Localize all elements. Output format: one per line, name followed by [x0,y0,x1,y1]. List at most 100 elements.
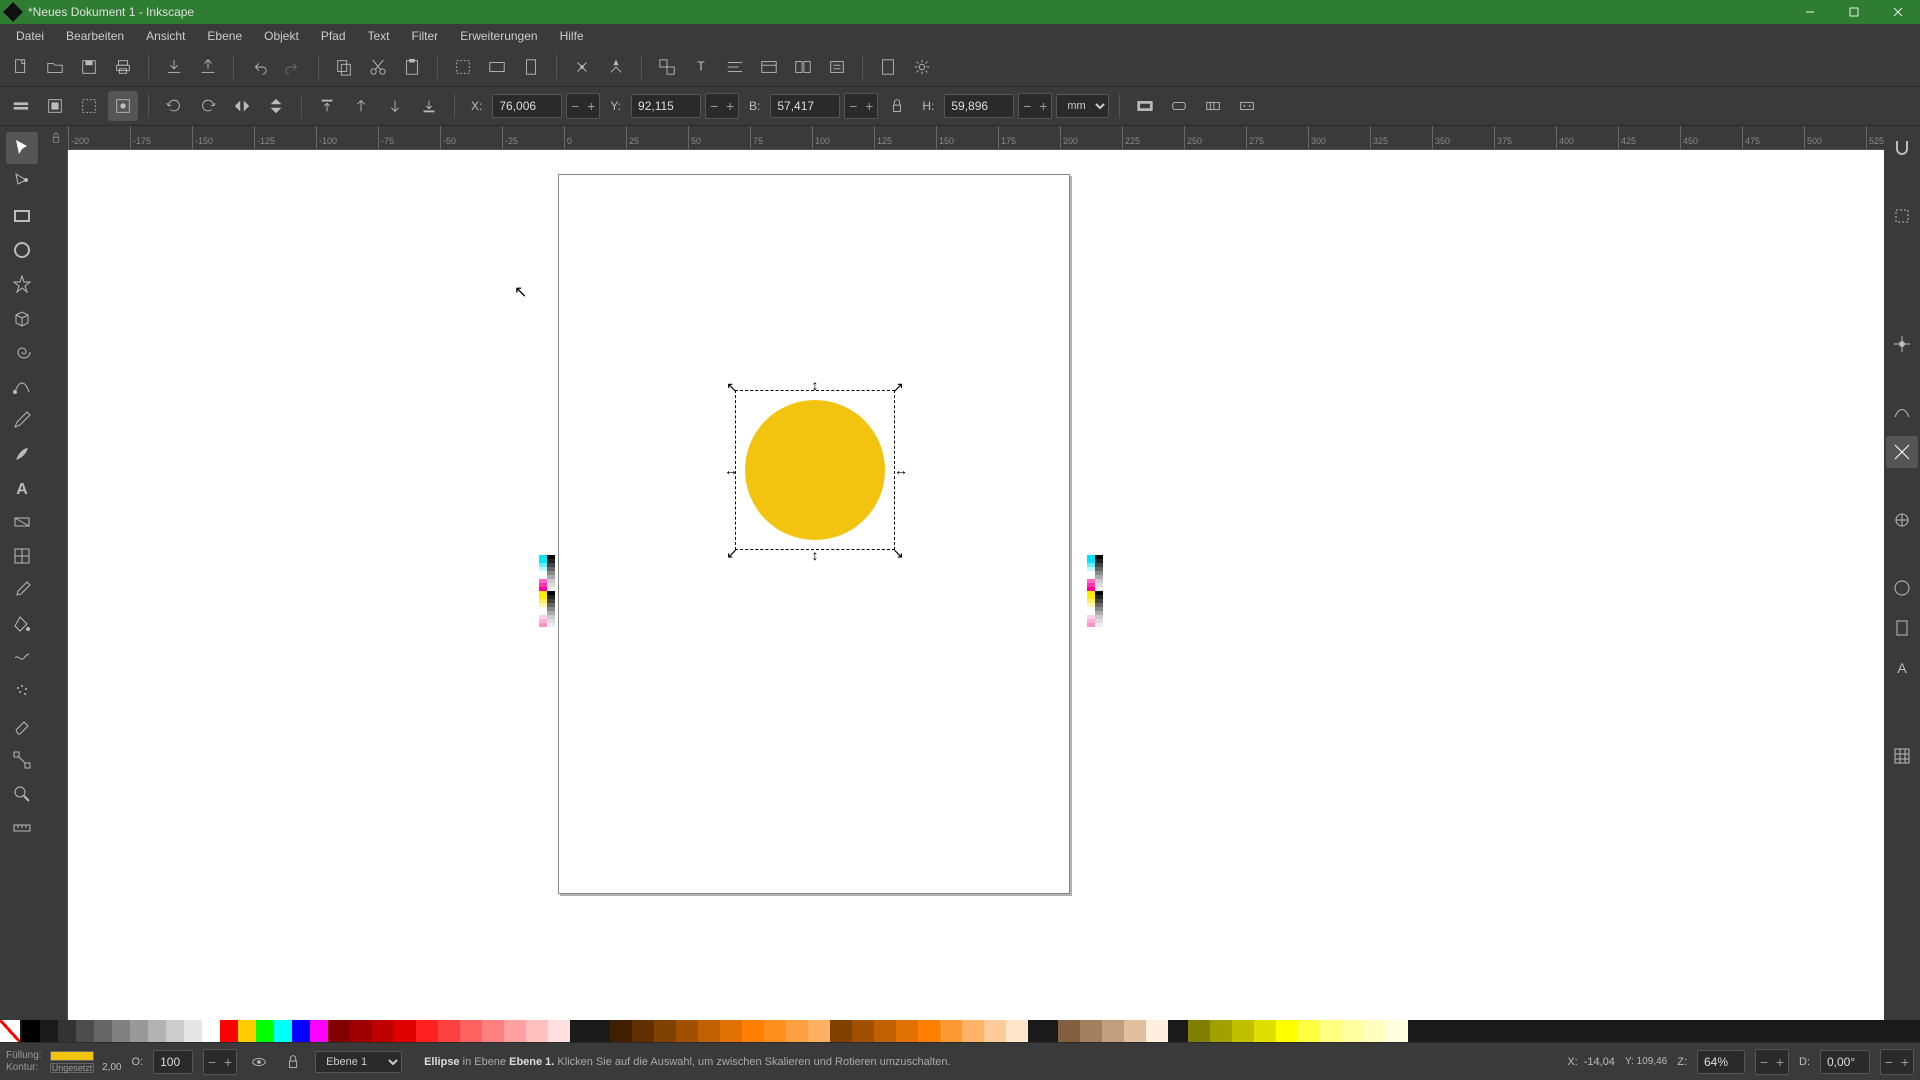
menu-erweiterungen[interactable]: Erweiterungen [450,26,547,46]
handle-tl[interactable]: ↖ [726,381,738,393]
swatch[interactable] [548,1020,570,1042]
raise-top-icon[interactable] [312,91,342,121]
clone-icon[interactable] [567,52,597,82]
fill-stroke-indicator[interactable]: Füllung: Kontur:Ungesetzt2,00 [6,1050,121,1073]
swatch[interactable] [676,1020,698,1042]
swatch[interactable] [786,1020,808,1042]
swatch[interactable] [1058,1020,1080,1042]
export-icon[interactable] [193,52,223,82]
zoom-drawing-icon[interactable] [482,52,512,82]
menu-pfad[interactable]: Pfad [311,26,356,46]
unit-select[interactable]: mm [1056,94,1109,118]
zoom-dec[interactable]: − [1756,1050,1772,1074]
layer-lock-icon[interactable] [281,1050,305,1074]
handle-t[interactable]: ↕ [809,379,821,391]
menu-bearbeiten[interactable]: Bearbeiten [56,26,134,46]
swatch[interactable] [504,1020,526,1042]
spray-tool-icon[interactable] [6,676,38,708]
swatch[interactable] [1006,1020,1028,1042]
handle-r[interactable]: ↔ [894,464,906,476]
ellipse-tool-icon[interactable] [6,234,38,266]
snap-nodes-icon[interactable] [1886,328,1918,360]
new-doc-icon[interactable] [6,52,36,82]
minimize-button[interactable] [1788,0,1832,24]
swatch[interactable] [310,1020,328,1042]
menu-filter[interactable]: Filter [402,26,449,46]
swatch[interactable] [610,1020,632,1042]
swatch[interactable] [76,1020,94,1042]
swatch[interactable] [698,1020,720,1042]
print-icon[interactable] [108,52,138,82]
measure-tool-icon[interactable] [6,812,38,844]
swatch[interactable] [130,1020,148,1042]
selectors-icon[interactable] [788,52,818,82]
deselect-icon[interactable] [74,91,104,121]
lock-ratio-icon[interactable] [882,91,912,121]
menu-datei[interactable]: Datei [6,26,54,46]
menu-text[interactable]: Text [358,26,400,46]
w-inc[interactable]: + [861,94,877,118]
menu-objekt[interactable]: Objekt [254,26,309,46]
y-input[interactable] [631,94,701,118]
settings-gear-icon[interactable] [907,52,937,82]
swatch[interactable] [1146,1020,1168,1042]
swatch[interactable] [896,1020,918,1042]
swatch[interactable] [1254,1020,1276,1042]
swatch[interactable] [1102,1020,1124,1042]
raise-icon[interactable] [346,91,376,121]
ruler-horizontal[interactable]: -200-175-150-125-100-75-50-2502550751001… [68,126,1884,150]
color-palette[interactable] [0,1020,1920,1042]
mesh-tool-icon[interactable] [6,540,38,572]
snap-page-icon[interactable] [1886,612,1918,644]
handle-tr[interactable]: ↗ [892,381,904,393]
opacity-input[interactable] [153,1050,193,1074]
text-tool-icon[interactable]: A [6,472,38,504]
zoom-input[interactable] [1697,1050,1745,1074]
swatch[interactable] [720,1020,742,1042]
layer-select[interactable]: Ebene 1 [315,1051,402,1073]
rotation-input[interactable] [1820,1050,1870,1074]
close-button[interactable] [1876,0,1920,24]
snap-text-icon[interactable]: A [1886,652,1918,684]
swatch[interactable] [416,1020,438,1042]
move-gradients-icon[interactable] [1198,91,1228,121]
swatch[interactable] [58,1020,76,1042]
swatch[interactable] [394,1020,416,1042]
copy-icon[interactable] [329,52,359,82]
swatch[interactable] [1276,1020,1298,1042]
swatch[interactable] [1188,1020,1210,1042]
y-dec[interactable]: − [706,94,722,118]
ruler-vertical[interactable] [44,150,68,1020]
canvas[interactable]: ↖ ↗ ↙ ↘ ↕ ↕ ↔ ↔ ↖ [68,150,1884,1020]
swatch[interactable] [830,1020,852,1042]
swatch[interactable] [166,1020,184,1042]
flip-h-icon[interactable] [227,91,257,121]
open-doc-icon[interactable] [40,52,70,82]
tweak-tool-icon[interactable] [6,642,38,674]
rotate-ccw-icon[interactable] [159,91,189,121]
move-patterns-icon[interactable] [1232,91,1262,121]
layer-visible-icon[interactable] [247,1050,271,1074]
menu-ebene[interactable]: Ebene [197,26,252,46]
swatch[interactable] [22,1020,40,1042]
swatch[interactable] [962,1020,984,1042]
swatch[interactable] [40,1020,58,1042]
swatch[interactable] [940,1020,962,1042]
pencil-tool-icon[interactable] [6,404,38,436]
rotate-cw-icon[interactable] [193,91,223,121]
swatch[interactable] [1298,1020,1320,1042]
x-input[interactable] [492,94,562,118]
swatch[interactable] [526,1020,548,1042]
save-doc-icon[interactable] [74,52,104,82]
stroke-swatch[interactable]: Ungesetzt [50,1063,94,1073]
zoom-page-icon[interactable] [516,52,546,82]
y-inc[interactable]: + [722,94,738,118]
doc-properties-icon[interactable] [822,52,852,82]
op-dec[interactable]: − [204,1050,220,1074]
h-dec[interactable]: − [1019,94,1035,118]
handle-bl[interactable]: ↙ [726,547,738,559]
snap-bbox-icon[interactable] [1886,200,1918,232]
w-dec[interactable]: − [845,94,861,118]
calligraphy-tool-icon[interactable] [6,438,38,470]
rect-tool-icon[interactable] [6,200,38,232]
